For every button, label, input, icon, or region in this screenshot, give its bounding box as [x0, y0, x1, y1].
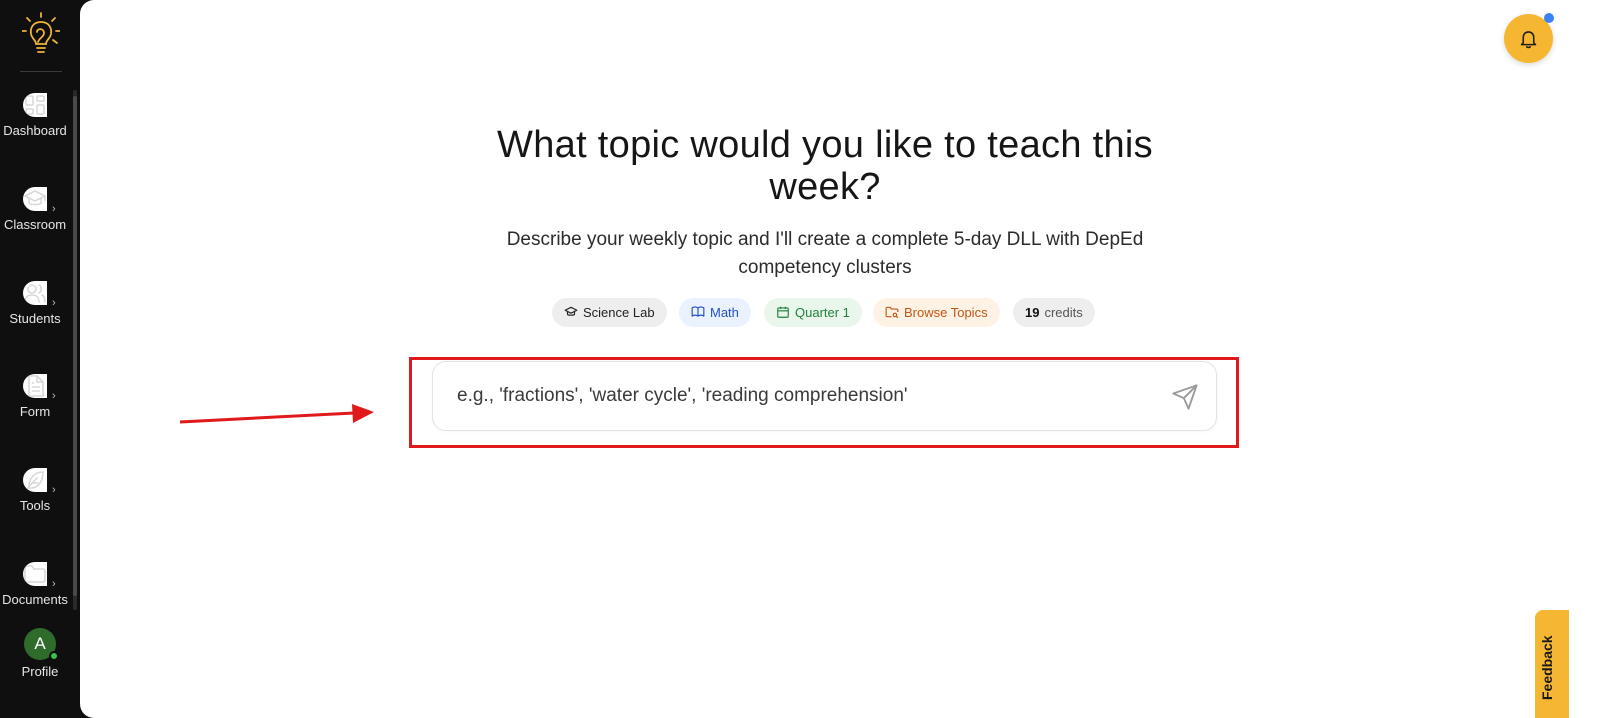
graduation-cap-icon [23, 187, 47, 211]
calendar-icon [777, 306, 789, 318]
page-title: What topic would you like to teach this … [497, 124, 1153, 208]
annotation-arrow [179, 404, 374, 424]
feedback-tab[interactable]: Feedback [1535, 610, 1569, 718]
sidebar-item-classroom[interactable]: › Classroom [0, 187, 70, 257]
chevron-right-icon: › [52, 390, 56, 402]
file-text-icon [23, 374, 47, 398]
sidebar-item-tools[interactable]: › Tools [0, 468, 70, 538]
sidebar-item-dashboard[interactable]: Dashboard [0, 93, 70, 163]
sidebar: Dashboard › Classroom › Students › Form … [0, 0, 80, 718]
sidebar-item-label: Tools [19, 498, 51, 513]
book-icon [691, 306, 705, 317]
graduation-cap-icon [564, 306, 578, 316]
logo-icon[interactable] [22, 12, 60, 54]
main-content: What topic would you like to teach this … [80, 0, 1600, 718]
credits-badge: 19 credits [1013, 298, 1095, 327]
sidebar-item-documents[interactable]: › Documents [0, 562, 70, 632]
scrollbar-thumb[interactable] [73, 96, 77, 596]
dashboard-icon [23, 93, 47, 117]
users-icon [23, 281, 47, 305]
chip-label: Science Lab [583, 305, 655, 320]
sidebar-scrollbar[interactable] [73, 90, 77, 610]
credits-label: credits [1044, 305, 1083, 320]
browse-topics-chip[interactable]: Browse Topics [873, 298, 1000, 327]
folder-icon [23, 562, 47, 586]
chevron-right-icon: › [52, 484, 56, 496]
sidebar-item-label: Dashboard [3, 123, 67, 138]
sidebar-item-form[interactable]: › Form [0, 374, 70, 444]
science-lab-chip[interactable]: Science Lab [552, 298, 667, 327]
bell-icon [1520, 31, 1537, 49]
chip-label: Browse Topics [904, 305, 988, 320]
topic-input-container[interactable] [432, 361, 1217, 431]
folder-search-icon [885, 306, 899, 319]
sidebar-divider [20, 71, 62, 72]
chevron-right-icon: › [52, 203, 56, 215]
credits-count: 19 [1025, 305, 1040, 320]
sidebar-item-label: Students [9, 311, 61, 326]
sidebar-item-label: Form [19, 404, 51, 419]
topic-input[interactable] [457, 382, 1147, 410]
sidebar-item-label: Documents [2, 592, 68, 607]
quarter-chip[interactable]: Quarter 1 [764, 298, 862, 327]
online-status-dot [49, 651, 59, 661]
feather-icon [23, 468, 47, 492]
page-subtitle: Describe your weekly topic and I'll crea… [506, 229, 1144, 278]
send-icon[interactable] [1171, 383, 1199, 411]
chip-label: Math [710, 305, 739, 320]
profile-label: Profile [21, 664, 59, 679]
profile-button[interactable]: A Profile [14, 628, 66, 684]
chevron-right-icon: › [52, 297, 56, 309]
math-chip[interactable]: Math [679, 298, 751, 327]
feedback-label: Feedback [1539, 635, 1555, 700]
notification-badge [1544, 13, 1554, 23]
chip-label: Quarter 1 [795, 305, 850, 320]
sidebar-item-label: Classroom [3, 217, 67, 232]
chevron-right-icon: › [52, 578, 56, 590]
sidebar-item-students[interactable]: › Students [0, 281, 70, 351]
